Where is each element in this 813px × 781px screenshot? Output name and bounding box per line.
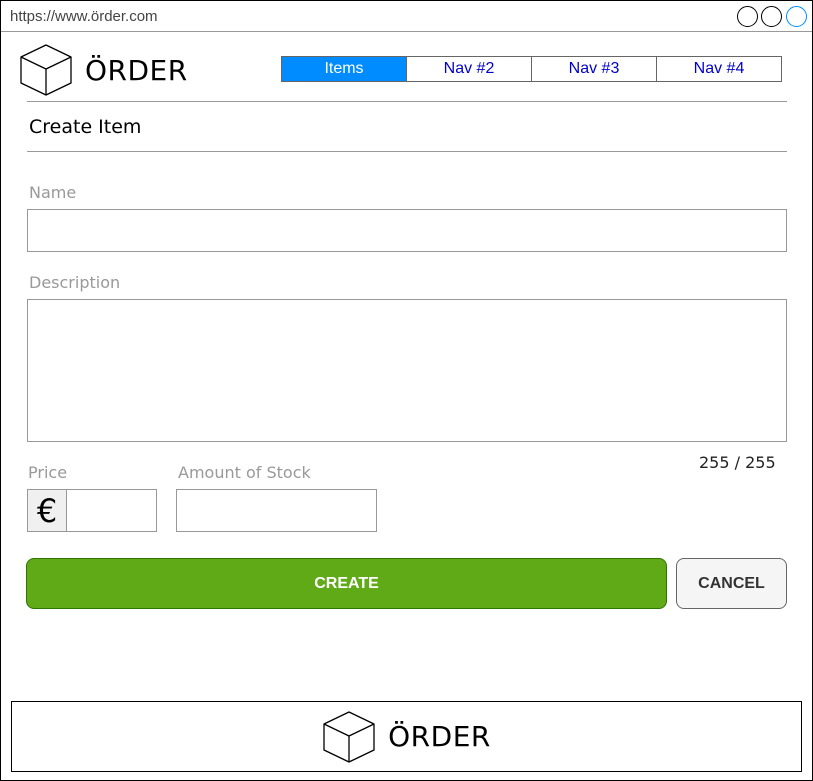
minimize-button[interactable]	[737, 6, 758, 27]
nav-items[interactable]: Items	[282, 57, 407, 81]
logo-text: ÖRDER	[85, 53, 188, 87]
main-nav: Items Nav #2 Nav #3 Nav #4	[281, 56, 782, 82]
browser-window: https://www.örder.com ÖRDER Items Nav #2…	[0, 0, 813, 781]
header-logo[interactable]: ÖRDER	[19, 43, 188, 97]
cancel-button[interactable]: CANCEL	[676, 558, 787, 609]
maximize-button[interactable]	[761, 6, 782, 27]
name-label: Name	[29, 183, 77, 202]
name-input[interactable]	[27, 209, 787, 252]
char-counter: 255 / 255	[699, 453, 776, 472]
footer-logo-text: ÖRDER	[388, 720, 491, 753]
description-textarea[interactable]	[27, 299, 787, 442]
price-label: Price	[28, 463, 68, 482]
divider	[27, 101, 787, 102]
footer: ÖRDER	[11, 701, 802, 772]
divider	[27, 151, 787, 152]
description-label: Description	[29, 273, 121, 292]
nav-2[interactable]: Nav #2	[407, 57, 532, 81]
nav-4[interactable]: Nav #4	[657, 57, 781, 81]
page-title: Create Item	[29, 116, 142, 138]
nav-3[interactable]: Nav #3	[532, 57, 657, 81]
euro-icon: €	[27, 489, 67, 532]
create-button[interactable]: CREATE	[26, 558, 667, 609]
cube-icon	[323, 710, 375, 763]
url-text[interactable]: https://www.örder.com	[10, 8, 158, 25]
stock-label: Amount of Stock	[178, 463, 311, 482]
close-button[interactable]	[786, 6, 807, 27]
stock-input[interactable]	[176, 489, 377, 532]
price-input[interactable]	[66, 489, 157, 532]
address-bar[interactable]: https://www.örder.com	[1, 1, 812, 32]
cube-icon	[20, 44, 72, 96]
